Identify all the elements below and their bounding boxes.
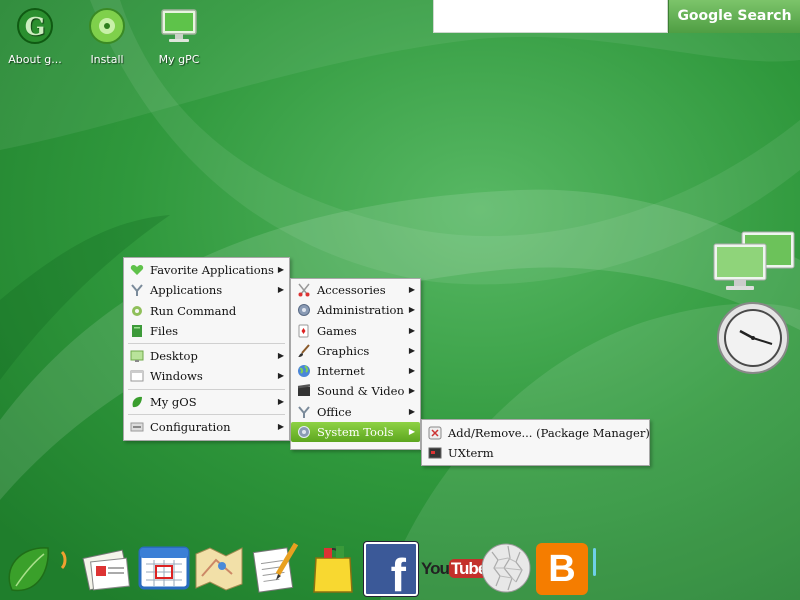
folder-icon xyxy=(132,324,142,337)
menu-item-label: System Tools xyxy=(317,425,394,440)
menu-item-label: Accessories xyxy=(317,283,386,297)
applications-submenu: Accessories ▶ Administration ▶ Games ▶ G… xyxy=(290,278,421,450)
menu-item-label: Favorite Applications xyxy=(150,263,274,277)
submenu-arrow-icon: ▶ xyxy=(277,422,284,432)
desktop-icon-label: About g... xyxy=(8,53,62,66)
menu-item-label: UXterm xyxy=(448,446,494,461)
menu-item-accessories[interactable]: Accessories ▶ xyxy=(291,280,420,300)
menu-item-favorite-applications[interactable]: Favorite Applications ▶ xyxy=(124,260,289,280)
clock-icon[interactable] xyxy=(716,301,790,375)
cog-icon xyxy=(298,304,310,317)
menu-item-windows[interactable]: Windows ▶ xyxy=(124,366,289,386)
submenu-arrow-icon: ▶ xyxy=(408,406,415,416)
menu-item-label: Files xyxy=(150,323,179,338)
submenu-arrow-icon: ▶ xyxy=(277,396,284,406)
gear-icon xyxy=(132,305,142,316)
maps-icon[interactable] xyxy=(192,540,248,596)
submenu-arrow-icon: ▶ xyxy=(277,351,284,361)
film-icon xyxy=(297,384,311,397)
menu-item-applications[interactable]: Applications ▶ xyxy=(124,280,289,300)
menu-item-graphics[interactable]: Graphics ▶ xyxy=(291,341,420,361)
cards-icon xyxy=(298,324,309,338)
menu-item-games[interactable]: Games ▶ xyxy=(291,321,420,341)
submenu-arrow-icon: ▶ xyxy=(408,345,415,355)
scissors-icon xyxy=(298,283,310,297)
menu-item-label: Applications xyxy=(150,283,223,298)
menu-item-label: Internet xyxy=(317,364,365,379)
menu-item-configuration[interactable]: Configuration ▶ xyxy=(124,417,289,437)
heart-icon xyxy=(130,265,144,275)
desktop-icon-my-gpc[interactable]: My gPC xyxy=(144,6,214,66)
menu-item-my-gos[interactable]: My gOS ▶ xyxy=(124,392,289,412)
gos-g-icon: G xyxy=(17,8,53,44)
monitor-icon xyxy=(161,9,197,42)
menu-item-run-command[interactable]: Run Command xyxy=(124,301,289,321)
google-search-button[interactable]: Google Search xyxy=(668,0,800,33)
desktop-icon xyxy=(130,350,144,363)
gos-leaf-icon[interactable] xyxy=(4,540,70,596)
submenu-arrow-icon: ▶ xyxy=(408,325,415,335)
calendar-icon[interactable] xyxy=(136,540,192,596)
news-icon[interactable] xyxy=(80,540,136,596)
brush-icon xyxy=(298,344,310,357)
wikipedia-icon[interactable] xyxy=(478,540,534,596)
menu-item-sound-video[interactable]: Sound & Video ▶ xyxy=(291,381,420,401)
menu-item-label: Sound & Video xyxy=(317,384,405,399)
docs-icon[interactable] xyxy=(248,540,304,596)
youtube-icon[interactable]: You Tube xyxy=(421,556,489,582)
menu-item-uxterm[interactable]: UXterm xyxy=(422,443,649,463)
package-icon xyxy=(428,426,442,440)
desktop-icon-label: My gPC xyxy=(158,53,200,66)
desktop-icon-install[interactable]: Install xyxy=(72,6,142,66)
main-menu: Favorite Applications ▶ Applications ▶ R… xyxy=(123,257,290,441)
submenu-arrow-icon: ▶ xyxy=(408,305,415,315)
menu-item-desktop[interactable]: Desktop ▶ xyxy=(124,346,289,366)
menu-item-label: Desktop xyxy=(150,349,198,364)
menu-item-internet[interactable]: Internet ▶ xyxy=(291,361,420,381)
menu-item-files[interactable]: Files xyxy=(124,321,289,341)
menu-item-label: Run Command xyxy=(150,303,237,318)
menu-item-label: Add/Remove... (Package Manager) xyxy=(448,426,650,440)
network-monitor-icon[interactable] xyxy=(712,230,796,294)
dock-scroll-indicator xyxy=(593,548,596,576)
menu-item-label: Games xyxy=(317,323,357,338)
tools-icon xyxy=(298,426,310,439)
menu-item-system-tools[interactable]: System Tools ▶ xyxy=(291,422,420,443)
globe-icon xyxy=(298,365,310,378)
shopping-bag-icon[interactable] xyxy=(306,540,362,596)
menu-item-label: Windows xyxy=(150,369,203,384)
leaf-icon xyxy=(132,396,142,407)
desktop-icon-about[interactable]: G About g... xyxy=(0,6,70,66)
submenu-arrow-icon: ▶ xyxy=(277,285,284,295)
facebook-icon[interactable]: f xyxy=(364,542,418,596)
menu-item-administration[interactable]: Administration ▶ xyxy=(291,300,420,320)
desktop-icon-label: Install xyxy=(90,53,124,66)
svg-text:G: G xyxy=(25,12,46,41)
disc-icon xyxy=(89,8,125,44)
menu-item-label: Graphics xyxy=(317,343,370,358)
menu-item-package-manager[interactable]: Add/Remove... (Package Manager) xyxy=(422,423,650,443)
menu-item-label: Administration xyxy=(317,303,404,318)
submenu-arrow-icon: ▶ xyxy=(277,265,284,274)
blogger-icon[interactable]: B xyxy=(536,543,588,595)
youtube-you-text: You xyxy=(421,559,450,578)
submenu-arrow-icon: ▶ xyxy=(277,371,284,381)
submenu-arrow-icon: ▶ xyxy=(408,366,415,376)
menu-item-office[interactable]: Office ▶ xyxy=(291,402,420,422)
submenu-arrow-icon: ▶ xyxy=(408,427,415,437)
office-icon xyxy=(298,406,310,418)
terminal-icon xyxy=(428,447,442,459)
window-icon xyxy=(130,370,144,382)
menu-item-label: Configuration xyxy=(150,420,231,435)
applications-icon xyxy=(131,284,143,297)
google-search-widget: Google Search xyxy=(433,0,800,33)
menu-item-label: My gOS xyxy=(150,394,197,409)
menu-item-label: Office xyxy=(317,404,352,419)
submenu-arrow-icon: ▶ xyxy=(408,386,415,396)
submenu-arrow-icon: ▶ xyxy=(408,285,415,294)
system-tools-submenu: Add/Remove... (Package Manager) UXterm xyxy=(421,419,650,466)
config-icon xyxy=(130,422,144,432)
search-input[interactable] xyxy=(433,0,668,33)
